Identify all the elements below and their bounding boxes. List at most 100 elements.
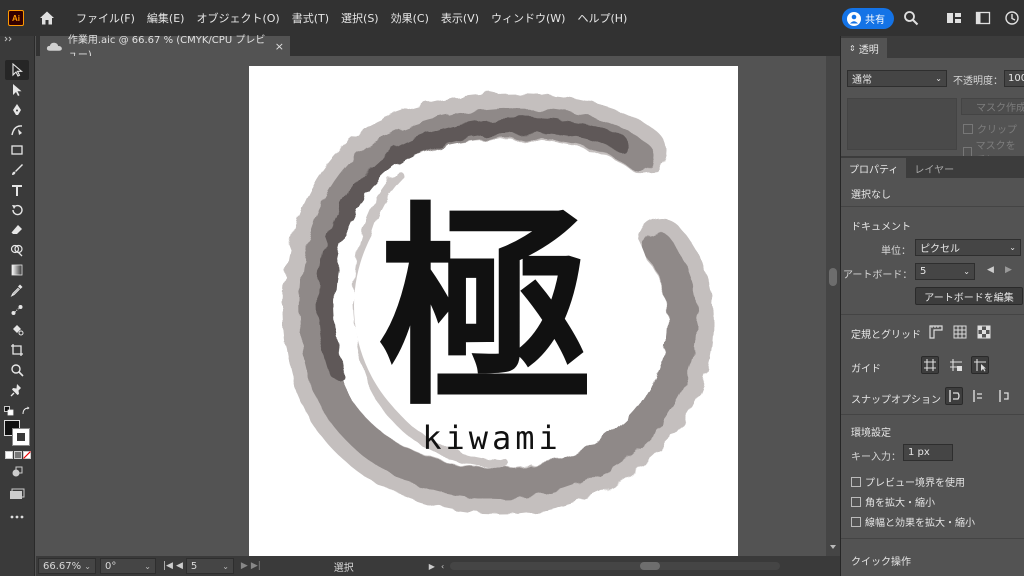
status-menu-icon[interactable]: ▶ <box>429 562 435 571</box>
shape-builder-tool[interactable] <box>8 242 26 258</box>
blend-tool[interactable] <box>8 302 26 318</box>
rectangle-tool[interactable] <box>8 142 26 158</box>
more-tools-icon[interactable] <box>9 514 25 520</box>
swap-colors-icon[interactable] <box>21 406 31 416</box>
lock-guides-toggle[interactable] <box>947 356 965 374</box>
cloud-document-icon <box>46 42 62 51</box>
transparency-panel: ⇕ 透明 通常 ⌄ 不透明度： 100 マスク作成 クリップ マスクを反転 <box>841 36 1024 167</box>
gradient-icon <box>11 264 23 276</box>
menu-effect[interactable]: 効果(C) <box>385 10 435 26</box>
next-artboard-icon[interactable]: ▶ <box>241 561 248 571</box>
scale-corners-option[interactable]: 角を拡大・縮小 <box>851 494 935 509</box>
menu-view[interactable]: 表示(V) <box>435 10 485 26</box>
menu-select[interactable]: 選択(S) <box>335 10 385 26</box>
artboard[interactable]: 極 kiwami <box>249 66 738 556</box>
workspace-switcher-icon[interactable] <box>975 10 991 26</box>
units-label: 単位： <box>881 246 911 257</box>
paintbrush-tool[interactable] <box>8 162 26 178</box>
live-paint-tool[interactable] <box>8 322 26 338</box>
eraser-tool[interactable] <box>8 222 26 238</box>
gradient-tool[interactable] <box>8 262 26 278</box>
enso-logo-artwork[interactable]: 極 kiwami <box>249 66 738 556</box>
snap-to-pixel-toggle[interactable] <box>969 387 987 405</box>
current-tool-status[interactable]: 選択 <box>269 559 419 574</box>
home-icon[interactable] <box>38 9 56 27</box>
make-mask-button[interactable]: マスク作成 <box>961 98 1024 115</box>
zoom-tool[interactable] <box>8 362 26 378</box>
eyedropper-tool[interactable] <box>8 282 26 298</box>
tab-transparency[interactable]: ⇕ 透明 <box>841 38 887 58</box>
pen-tool[interactable] <box>8 102 26 118</box>
use-preview-bounds-option[interactable]: プレビュー境界を使用 <box>851 474 965 489</box>
close-document-icon[interactable]: × <box>275 40 284 53</box>
canvas-vertical-scrollbar[interactable] <box>826 56 840 556</box>
scale-corners-checkbox[interactable] <box>851 496 861 507</box>
menu-help[interactable]: ヘルプ(H) <box>571 10 633 26</box>
color-mode-icons[interactable] <box>5 451 31 460</box>
arrange-documents-icon[interactable] <box>946 10 962 26</box>
clip-option[interactable]: クリップ <box>963 121 1017 136</box>
canvas[interactable]: 極 kiwami <box>36 56 826 556</box>
discover-icon[interactable] <box>1004 10 1020 26</box>
first-artboard-icon[interactable]: |◀ <box>163 561 173 571</box>
scroll-left-icon[interactable]: ‹ <box>441 562 444 571</box>
scrollbar-thumb[interactable] <box>829 268 837 286</box>
next-artboard-icon[interactable]: ▶ <box>1005 265 1012 275</box>
stroke-color-swatch[interactable] <box>12 428 30 446</box>
transparency-grid-toggle[interactable] <box>975 323 993 341</box>
curvature-tool[interactable] <box>8 122 26 138</box>
grid-toggle[interactable] <box>951 323 969 341</box>
edit-artboards-button[interactable]: アートボードを編集 <box>915 287 1023 305</box>
scrollbar-thumb[interactable] <box>640 562 661 570</box>
draw-mode-icon[interactable] <box>11 466 23 478</box>
collapse-toolbar-icon[interactable] <box>4 36 14 42</box>
snap-to-point-toggle[interactable] <box>945 387 963 405</box>
chevron-down-icon: ⌄ <box>144 561 151 571</box>
snap-pixel-icon <box>973 390 982 402</box>
previous-artboard-icon[interactable]: ◀ <box>987 265 994 275</box>
opacity-input[interactable]: 100 <box>1004 70 1024 87</box>
puppet-warp-tool[interactable] <box>8 382 26 398</box>
blend-mode-select[interactable]: 通常 ⌄ <box>847 70 947 87</box>
scale-strokes-option[interactable]: 線幅と効果を拡大・縮小 <box>851 514 975 529</box>
menu-type[interactable]: 書式(T) <box>286 10 335 26</box>
key-increment-input[interactable]: 1 px <box>903 444 953 461</box>
use-preview-bounds-checkbox[interactable] <box>851 476 861 487</box>
selection-tool[interactable] <box>5 60 29 80</box>
canvas-horizontal-scrollbar[interactable] <box>450 562 781 570</box>
type-tool[interactable] <box>8 182 26 198</box>
tools-panel <box>0 36 35 576</box>
chevron-down-icon: ⌄ <box>963 267 970 276</box>
artboard-tool[interactable] <box>8 342 26 358</box>
show-guides-toggle[interactable] <box>921 356 939 374</box>
direct-selection-tool[interactable] <box>8 82 26 98</box>
clip-checkbox[interactable] <box>963 123 973 134</box>
artboard-navigator[interactable]: 5 ⌄ <box>185 558 234 574</box>
snap-to-glyph-toggle[interactable] <box>995 387 1013 405</box>
tab-properties[interactable]: プロパティ <box>841 158 907 178</box>
menu-object[interactable]: オブジェクト(O) <box>190 10 285 26</box>
rotation-field[interactable]: 0° ⌄ <box>100 558 156 574</box>
scale-strokes-checkbox[interactable] <box>851 516 861 527</box>
document-tab[interactable]: 作業用.aic @ 66.67 % (CMYK/CPU プレビュー) × <box>40 35 290 61</box>
menu-edit[interactable]: 編集(E) <box>141 10 191 26</box>
zoom-level-field[interactable]: 66.67% ⌄ <box>38 558 96 574</box>
rulers-toggle[interactable] <box>927 323 945 341</box>
menu-file[interactable]: ファイル(F) <box>70 10 141 26</box>
tab-layers[interactable]: レイヤー <box>906 158 962 178</box>
use-preview-bounds-label: プレビュー境界を使用 <box>865 478 965 489</box>
artboard-dropdown[interactable]: 5 ⌄ <box>915 263 975 280</box>
smart-guides-toggle[interactable] <box>971 356 989 374</box>
scroll-down-icon[interactable] <box>829 544 837 550</box>
screen-mode-icon[interactable] <box>9 488 25 500</box>
live-paint-bucket-icon <box>13 325 24 336</box>
document-section-title: ドキュメント <box>851 222 911 233</box>
units-dropdown[interactable]: ピクセル ⌄ <box>915 239 1021 256</box>
last-artboard-icon[interactable]: ▶| <box>251 561 261 571</box>
search-icon[interactable] <box>903 10 919 26</box>
previous-artboard-icon[interactable]: ◀ <box>176 561 183 571</box>
default-colors-icon[interactable] <box>4 406 14 416</box>
share-button[interactable]: 共有 <box>842 8 894 29</box>
menu-window[interactable]: ウィンドウ(W) <box>485 10 571 26</box>
rotate-tool[interactable] <box>8 202 26 218</box>
